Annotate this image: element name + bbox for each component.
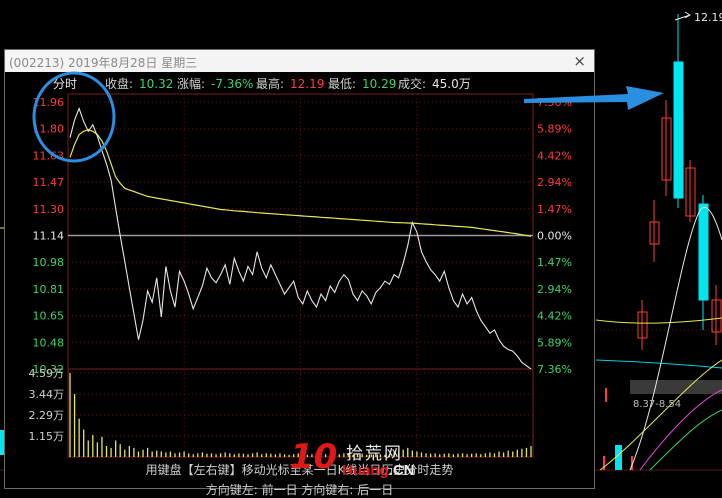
info-volume-label: 成交:	[398, 76, 426, 91]
intraday-popup-window[interactable]: (002213) 2019年8月28日 星期三 × 分时 收盘: 10.32 涨…	[4, 49, 595, 497]
chart-grid	[67, 93, 534, 458]
y-right-tick-label: 4.42%	[537, 149, 572, 162]
y-right-tick-label: 7.36%	[537, 96, 572, 109]
info-low-value: 10.29	[362, 77, 396, 91]
y-left-tick-label: 11.30	[33, 203, 65, 216]
y-right-tick-label: 1.47%	[537, 256, 572, 269]
kline-body	[698, 203, 709, 301]
info-high-value: 12.19	[290, 77, 324, 91]
y-left-tick-label: 11.80	[33, 123, 65, 136]
chart-info-bar: 分时 收盘: 10.32 涨幅: -7.36% 最高: 12.19 最低: 10…	[53, 76, 471, 91]
y-right-tick-label: 7.36%	[537, 363, 572, 376]
site-watermark-logo: 10 拾荒网 Huang.CN	[290, 437, 430, 485]
volume-tick-label: 1.15万	[29, 430, 65, 443]
info-low-label: 最低:	[328, 77, 356, 91]
y-axis-right-ticks: 7.36% 5.89% 4.42% 2.94% 1.47% 0.00% 1.47% 2.94%…	[537, 96, 572, 376]
watermark-en-prefix: Huang	[342, 462, 389, 479]
volume-tick-label: 4.59万	[29, 367, 65, 380]
watermark-en-text: Huang.CN	[342, 462, 415, 479]
y-right-tick-label: 5.89%	[537, 336, 572, 349]
y-right-tick-label: 5.89%	[537, 123, 572, 136]
kline-ma-line	[649, 409, 722, 471]
y-axis-left-ticks: 11.96 11.80 11.63 11.47 11.30 11.14 10.98 10.81…	[33, 96, 65, 376]
y-left-tick-label: 10.98	[33, 256, 65, 269]
kline-ma-line	[595, 359, 722, 369]
y-right-tick-label: 2.94%	[537, 283, 572, 296]
y-left-tick-label: 10.81	[33, 283, 65, 296]
close-icon[interactable]: ×	[573, 52, 586, 70]
kline-volume-bar	[615, 445, 622, 470]
kline-high-price-label: 12.19	[694, 11, 722, 24]
volume-tick-label: 2.29万	[29, 409, 65, 422]
kline-range-label: 8.37-8.54	[633, 399, 681, 410]
watermark-number: 10	[290, 437, 338, 477]
y-right-tick-label: 4.42%	[537, 310, 572, 323]
y-left-tick-label: 10.48	[33, 336, 65, 349]
info-mode: 分时	[53, 77, 77, 91]
y-left-tick-label: 11.47	[33, 176, 65, 189]
info-change-label: 涨幅:	[177, 76, 205, 91]
volume-tick-label: 3.44万	[29, 388, 65, 401]
info-close-value: 10.32	[139, 77, 173, 91]
y-left-tick-label: 11.96	[33, 96, 65, 109]
volume-axis-ticks: 4.59万 3.44万 2.29万 1.15万	[29, 367, 65, 443]
popup-title: (002213) 2019年8月28日 星期三	[9, 56, 198, 70]
info-change-value: -7.36%	[211, 77, 253, 91]
info-close-label: 收盘:	[105, 76, 133, 91]
info-volume-value: 45.0万	[432, 77, 471, 91]
kline-highlight-band	[630, 380, 722, 394]
info-high-label: 最高:	[256, 76, 284, 91]
y-right-tick-label: 1.47%	[537, 203, 572, 216]
y-left-tick-label: 10.65	[33, 310, 65, 323]
kline-body	[673, 61, 684, 199]
watermark-en-suffix: .CN	[388, 462, 415, 479]
intraday-chart[interactable]: 分时 收盘: 10.32 涨幅: -7.36% 最高: 12.19 最低: 10…	[5, 72, 594, 460]
watermark-cn-text: 拾荒网	[346, 444, 403, 464]
y-right-tick-label: 2.94%	[537, 176, 572, 189]
y-left-tick-label: 11.14	[33, 230, 65, 243]
kline-high-marker	[674, 11, 691, 21]
popup-title-bar[interactable]: (002213) 2019年8月28日 星期三 ×	[5, 50, 594, 72]
y-right-tick-label: 0.00%	[537, 230, 572, 243]
y-left-tick-label: 11.63	[33, 149, 65, 162]
